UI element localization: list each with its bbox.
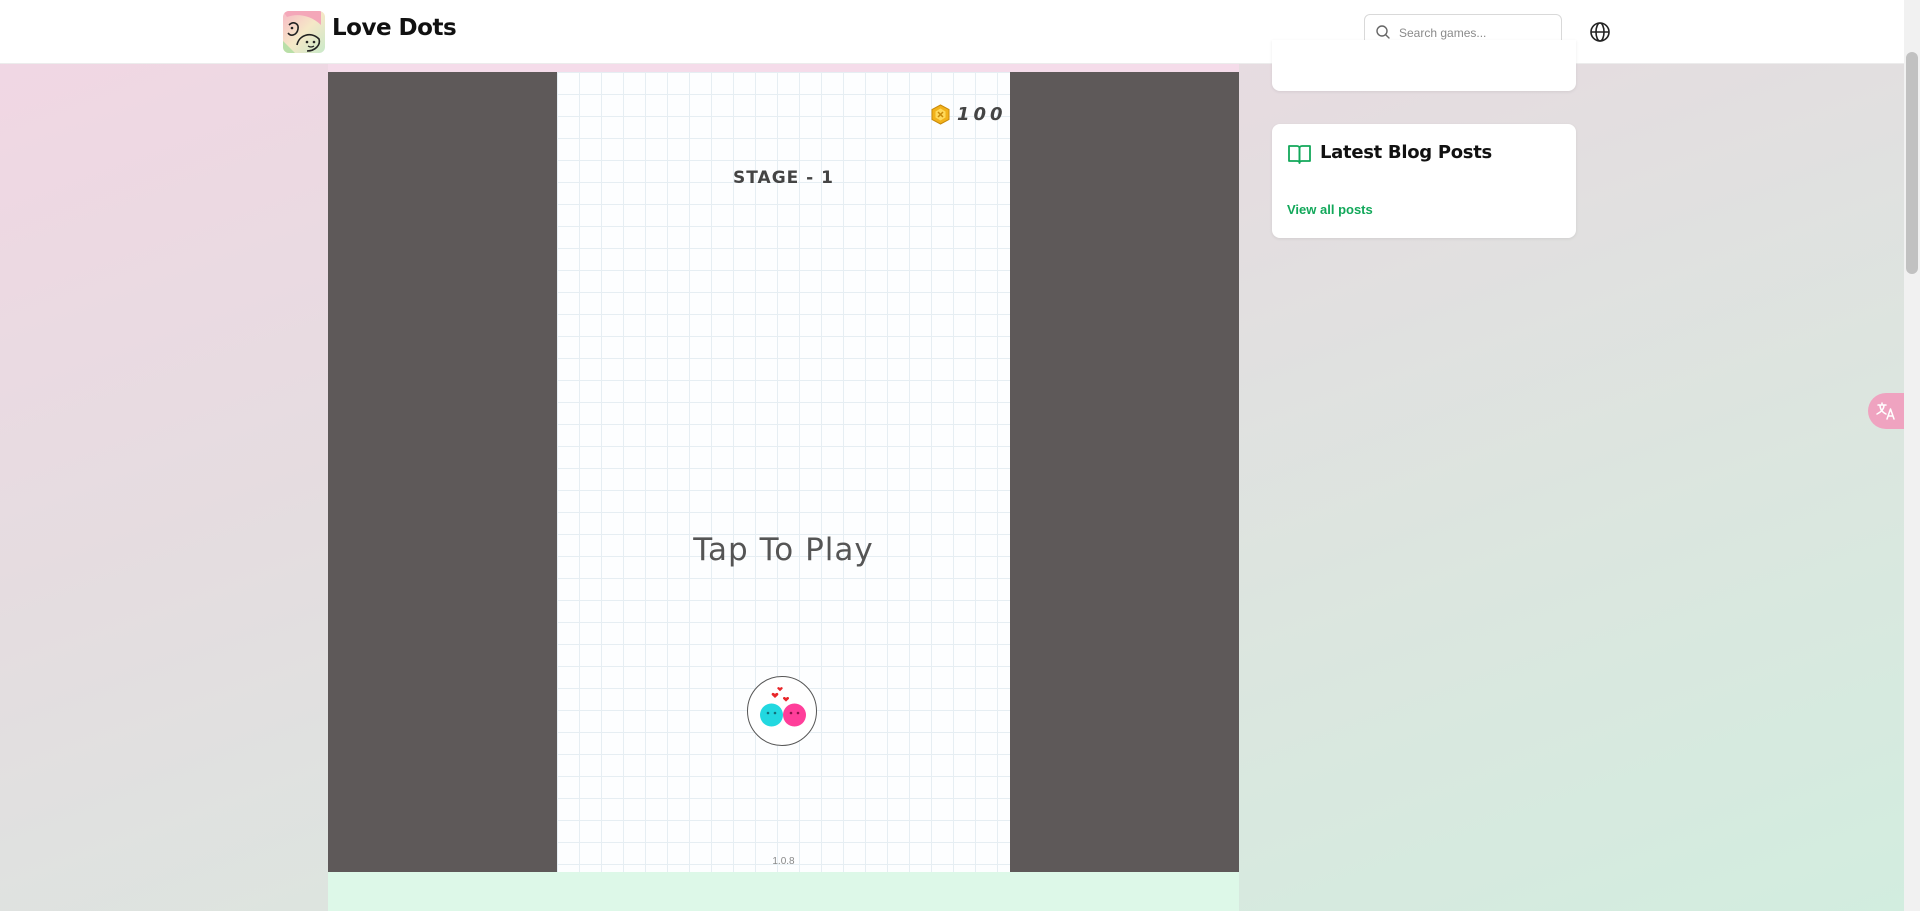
stage-label: STAGE - 1 — [733, 168, 834, 188]
coin-icon — [931, 104, 950, 125]
book-open-icon — [1288, 145, 1311, 164]
blog-section-title: Latest Blog Posts — [1320, 142, 1492, 163]
site-title[interactable]: Love Dots — [332, 15, 457, 41]
site-header: Love Dots — [0, 0, 1904, 64]
version-label: 1.0.8 — [772, 856, 795, 867]
translate-icon — [1876, 402, 1895, 420]
tap-to-play-button[interactable]: Tap To Play — [557, 532, 1010, 568]
view-all-posts-link[interactable]: View all posts — [1287, 202, 1373, 217]
translate-button[interactable] — [1868, 393, 1904, 429]
search-icon — [1376, 25, 1390, 39]
page-band-top — [328, 64, 1239, 72]
site-logo[interactable] — [283, 11, 325, 53]
page-band-bottom — [328, 872, 1239, 911]
love-dots-icon — [760, 687, 806, 727]
globe-icon[interactable] — [1589, 21, 1611, 43]
coin-count: 100 — [957, 104, 1007, 125]
love-dots-character[interactable] — [747, 676, 817, 746]
scrollbar-thumb[interactable] — [1906, 52, 1918, 274]
game-canvas[interactable]: 100 STAGE - 1 Tap To Play 1.0.8 — [557, 72, 1010, 872]
sidebar-card-top — [1272, 40, 1576, 91]
blog-card: Latest Blog Posts View all posts — [1272, 124, 1576, 238]
